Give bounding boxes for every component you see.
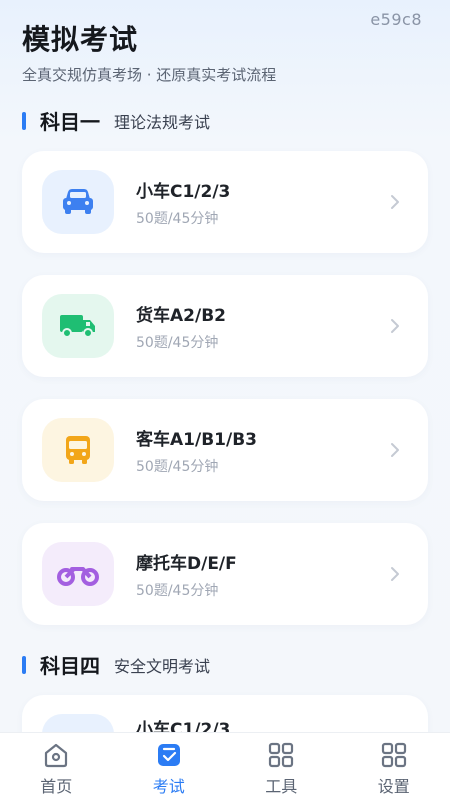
page-title: 模拟考试 (22, 23, 139, 56)
page-header: 模拟考试 全真交规仿真考场 · 还原真实考试流程 (22, 18, 276, 85)
card-subtitle: 50题/45分钟 (136, 582, 219, 599)
section-description: 安全文明考试 (114, 656, 211, 676)
tab-label: 工具 (265, 777, 298, 796)
exam-icon (157, 744, 180, 766)
section-accent-bar (22, 111, 26, 130)
card-title: 客车A1/B1/B3 (136, 429, 257, 450)
section-accent-bar (22, 655, 26, 674)
page-subtitle: 全真交规仿真考场 · 还原真实考试流程 (22, 66, 277, 84)
chevron-right-icon (391, 195, 399, 209)
card-subtitle: 50题/45分钟 (136, 458, 219, 475)
exam-card-motorcycle[interactable]: 摩托车D/E/F 50题/45分钟 (22, 523, 428, 625)
bottom-tab-bar: 首页 考试 工具 设置 (0, 732, 450, 800)
chevron-right-icon (391, 567, 399, 581)
card-subtitle: 50题/45分钟 (136, 210, 219, 227)
tab-label: 设置 (377, 777, 410, 796)
section-header-subject-four: 科目四 安全文明考试 (22, 650, 210, 679)
tab-exam[interactable]: 考试 (113, 733, 226, 800)
home-icon (45, 743, 68, 768)
bus-icon (42, 418, 114, 482)
exam-card-bus[interactable]: 客车A1/B1/B3 50题/45分钟 (22, 399, 428, 501)
tab-settings[interactable]: 设置 (338, 733, 450, 800)
tab-tools[interactable]: 工具 (225, 733, 338, 800)
grid-icon (381, 742, 406, 768)
tab-label: 首页 (40, 777, 73, 796)
card-subtitle: 50题/45分钟 (136, 334, 219, 351)
car-icon (42, 170, 114, 234)
chevron-right-icon (391, 443, 399, 457)
grid-icon (269, 742, 294, 768)
card-title: 摩托车D/E/F (136, 553, 237, 574)
section-title: 科目一 (40, 110, 100, 134)
tab-label: 考试 (152, 777, 185, 796)
exam-card-truck[interactable]: 货车A2/B2 50题/45分钟 (22, 275, 428, 377)
tab-home[interactable]: 首页 (0, 733, 113, 800)
section-header-subject-one: 科目一 理论法规考试 (22, 106, 210, 135)
truck-icon (42, 294, 114, 358)
chevron-right-icon (391, 319, 399, 333)
card-title: 小车C1/2/3 (136, 181, 231, 202)
section-description: 理论法规考试 (114, 112, 211, 132)
watermark-text: e59c8 (370, 10, 422, 29)
card-title: 货车A2/B2 (136, 305, 226, 326)
exam-card-car[interactable]: 小车C1/2/3 50题/45分钟 (22, 151, 428, 253)
motorcycle-icon (42, 542, 114, 606)
section-title: 科目四 (40, 654, 100, 678)
